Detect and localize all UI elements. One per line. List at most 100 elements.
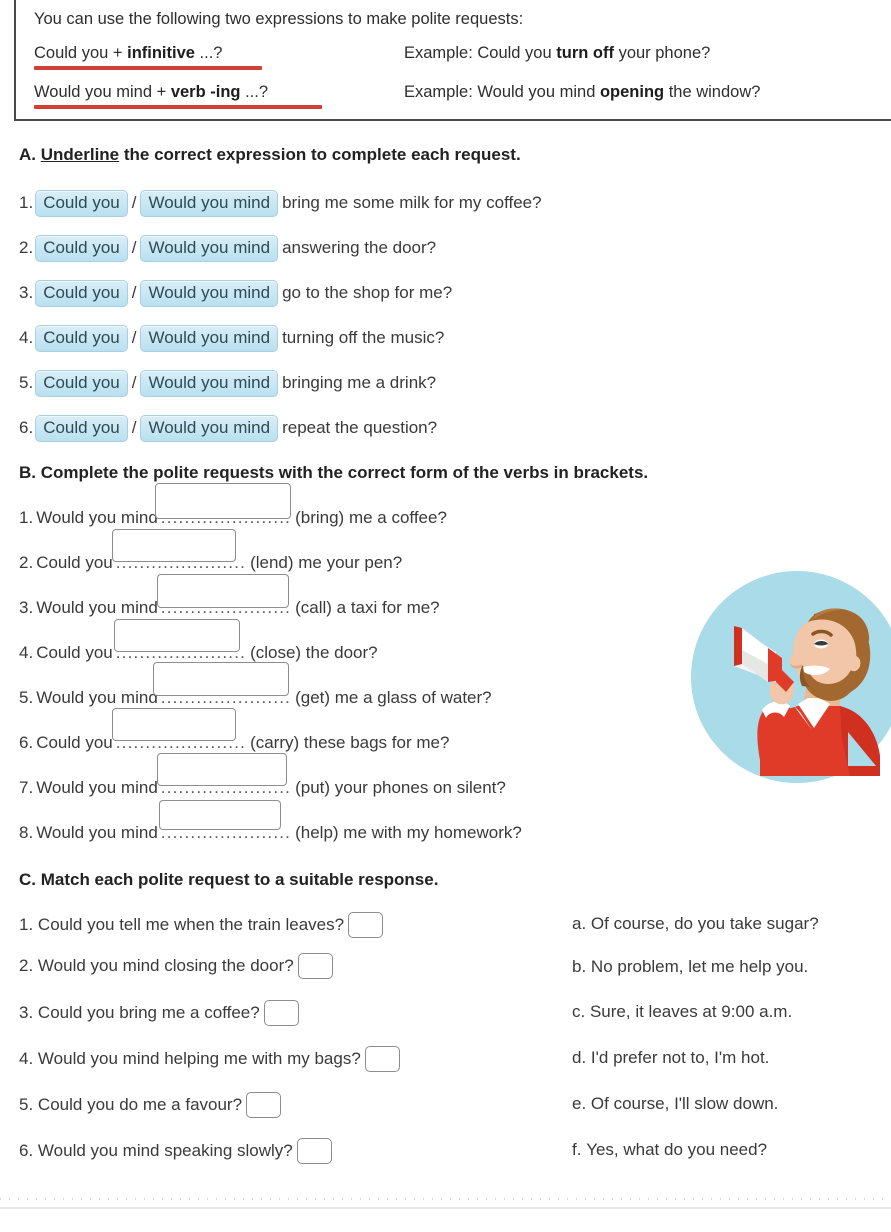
page-tick-ruler [0,1198,891,1200]
option-separator: / [131,418,137,438]
section-c-prompt-3: 3. Could you bring me a coffee? [19,1000,299,1026]
item-lead-text: Could you [36,733,113,752]
option-would-you-mind[interactable]: Would you mind [140,325,279,352]
match-answer-box[interactable] [364,1046,400,1072]
answer-input-box[interactable] [111,708,236,741]
section-c-prompt-1: 1. Could you tell me when the train leav… [19,912,384,938]
section-a-item-5: 5. Could you / Would you mind bringing m… [19,370,436,397]
option-separator: / [131,328,137,348]
grammar-row-2: Would you mind + verb -ing ...? Example:… [34,83,891,110]
section-b-heading: B. Complete the polite requests with the… [19,463,649,482]
response-letter: f. [572,1140,582,1159]
section-a-item-2: 2. Could you / Would you mind answering … [19,235,436,262]
answer-input-box[interactable] [111,529,236,562]
match-answer-box[interactable] [348,912,384,938]
blank-slot: ...................... [111,708,246,753]
man-with-megaphone-illustration [690,570,891,785]
item-sentence-tail: answering the door? [282,238,437,258]
grammar-row-1: Could you + infinitive ...? Example: Cou… [34,44,891,71]
section-b-item-4: 4. Could you ...................... (clo… [19,619,378,663]
option-could-you[interactable]: Could you [35,280,128,307]
formula-1-prefix: Could you + [34,44,128,63]
option-would-you-mind[interactable]: Would you mind [140,235,279,262]
answer-input-box[interactable] [154,483,291,519]
answer-input-box[interactable] [156,574,289,608]
section-b-item-2: 2. Could you ...................... (len… [19,529,403,573]
option-could-you[interactable]: Could you [35,190,128,217]
prompt-text: Would you mind closing the door? [37,956,294,975]
example-1-bold: turn off [556,44,614,63]
item-number: 2. [19,553,34,572]
prompt-text: Could you tell me when the train leaves? [37,915,345,934]
match-answer-box[interactable] [297,953,333,979]
section-b-item-6: 6. Could you ...................... (car… [19,708,450,753]
item-lead-text: Could you [36,553,113,572]
item-number: 5. [19,688,34,707]
item-number: 2. [19,238,34,258]
response-text: Yes, what do you need? [586,1140,768,1159]
answer-input-box[interactable] [152,662,289,696]
item-lead-text: Would you mind [36,823,158,842]
match-answer-box[interactable] [263,1000,299,1026]
formula-1-bold: infinitive [127,44,195,63]
answer-input-box[interactable] [158,800,281,830]
item-sentence-tail: (bring) me a coffee? [295,508,447,527]
answer-input-box[interactable] [113,619,240,652]
response-text: Of course, do you take sugar? [590,914,819,933]
section-a-item-4: 4. Could you / Would you mind turning of… [19,325,444,352]
section-a-letter: A. [19,145,41,164]
option-separator: / [131,238,137,258]
item-number: 3. [19,1003,34,1022]
page-bottom-divider [0,1207,891,1209]
item-sentence-tail: (lend) me your pen? [250,553,403,572]
example-1-suffix: your phone? [613,44,711,63]
item-lead-text: Would you mind [36,508,158,527]
option-separator: / [131,373,137,393]
option-would-you-mind[interactable]: Would you mind [140,415,279,442]
item-sentence-tail: turning off the music? [282,328,445,348]
option-would-you-mind[interactable]: Would you mind [140,370,279,397]
response-letter: d. [572,1048,587,1067]
item-lead-text: Could you [36,643,113,662]
item-number: 3. [19,598,34,617]
section-c-response-b[interactable]: b. No problem, let me help you. [572,957,808,977]
section-b-item-1: 1. Would you mind ......................… [19,483,447,528]
match-answer-box[interactable] [246,1092,282,1118]
section-c-response-c[interactable]: c. Sure, it leaves at 9:00 a.m. [572,1002,792,1022]
answer-input-box[interactable] [156,753,287,786]
response-text: Of course, I'll slow down. [590,1094,779,1113]
item-number: 6. [19,1141,34,1160]
option-could-you[interactable]: Could you [35,370,128,397]
option-could-you[interactable]: Could you [35,325,128,352]
option-could-you[interactable]: Could you [35,235,128,262]
option-could-you[interactable]: Could you [35,415,128,442]
item-number: 1. [19,508,34,527]
section-c-prompt-5: 5. Could you do me a favour? [19,1092,282,1118]
example-2-prefix: Example: Would you mind [404,83,600,102]
section-c-response-d[interactable]: d. I'd prefer not to, I'm hot. [572,1048,769,1068]
blank-slot: ...................... [152,662,291,708]
section-c-response-a[interactable]: a. Of course, do you take sugar? [572,914,819,934]
formula-2-prefix: Would you mind + [34,83,171,102]
item-sentence-tail: (carry) these bags for me? [250,733,450,752]
response-letter: e. [572,1094,587,1113]
response-text: No problem, let me help you. [590,957,809,976]
section-a-item-1: 1. Could you / Would you mind bring me s… [19,190,542,217]
section-a-heading: A. Underline the correct expression to c… [19,145,521,165]
grammar-intro-text: You can use the following two expression… [34,10,524,28]
item-number: 6. [19,733,34,752]
section-c-response-f[interactable]: f. Yes, what do you need? [572,1140,767,1160]
item-number: 5. [19,1095,34,1114]
section-c-response-e[interactable]: e. Of course, I'll slow down. [572,1094,778,1114]
option-would-you-mind[interactable]: Would you mind [140,190,279,217]
red-underline-icon [34,66,262,71]
option-would-you-mind[interactable]: Would you mind [140,280,279,307]
response-text: Sure, it leaves at 9:00 a.m. [589,1002,793,1021]
match-answer-box[interactable] [296,1138,332,1164]
blank-slot: ...................... [154,483,291,528]
item-number: 6. [19,418,34,438]
example-2: Example: Would you mind opening the wind… [404,83,760,101]
item-sentence-tail: repeat the question? [282,418,438,438]
item-number: 2. [19,956,34,975]
item-number: 1. [19,193,34,213]
